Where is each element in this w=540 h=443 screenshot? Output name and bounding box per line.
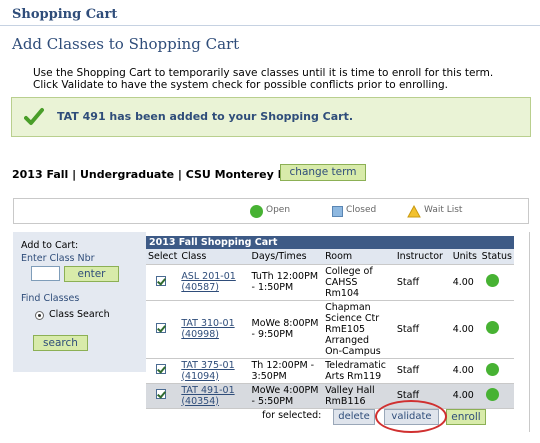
col-instructor: Instructor — [394, 249, 451, 265]
enter-button[interactable]: enter — [64, 266, 119, 282]
room: Chapman Science Ctr RmE105 Arranged On-Campu… — [323, 300, 395, 359]
units: 4.00 — [450, 264, 480, 301]
content-border — [529, 232, 530, 432]
cart-table-header: 2013 Fall Shopping Cart — [146, 236, 514, 249]
units: 4.00 — [450, 300, 480, 359]
open-status-icon — [485, 274, 499, 287]
enter-class-nbr-label: Enter Class Nbr — [21, 253, 95, 264]
checkmark-icon — [24, 108, 44, 125]
closed-status-icon — [332, 206, 343, 217]
validate-highlight-annotation — [375, 400, 447, 433]
class-search-radio[interactable] — [35, 311, 44, 320]
page-title: Add Classes to Shopping Cart — [12, 35, 240, 53]
enroll-button[interactable]: enroll — [446, 409, 486, 425]
term-label: 2013 Fall | Undergraduate | CSU Monterey… — [12, 168, 301, 181]
units: 4.00 — [450, 383, 480, 409]
table-row: TAT 310-01 (40998) MoWe 8:00PM - 9:50PM Ch… — [146, 300, 514, 359]
header-bar: Shopping Cart — [0, 0, 540, 26]
status-legend: Open Closed Wait List — [13, 198, 529, 224]
change-term-button[interactable]: change term — [280, 164, 366, 181]
legend-wait-list-label: Wait List — [424, 205, 463, 215]
success-message-text: TAT 491 has been added to your Shopping … — [57, 110, 354, 123]
select-checkbox[interactable] — [156, 389, 166, 399]
table-row: TAT 491-01 (40354) MoWe 4:00PM - 5:50PM Va… — [146, 383, 514, 409]
wait-list-icon — [407, 205, 421, 218]
success-message: TAT 491 has been added to your Shopping … — [11, 97, 531, 137]
table-row: ASL 201-01 (40587) TuTh 12:00PM - 1:50PM C… — [146, 264, 514, 301]
header-title: Shopping Cart — [12, 7, 118, 22]
instructor: Staff — [394, 358, 451, 384]
col-days-times: Days/Times — [249, 249, 324, 265]
room: Teledramatic Arts Rm119 — [323, 358, 395, 384]
col-class: Class — [179, 249, 250, 265]
add-to-cart-title: Add to Cart: — [21, 240, 79, 251]
find-classes-label: Find Classes — [21, 293, 80, 304]
open-status-icon — [250, 205, 263, 218]
select-checkbox[interactable] — [156, 275, 166, 286]
legend-closed-label: Closed — [346, 205, 377, 215]
col-units: Units — [450, 249, 480, 265]
select-checkbox[interactable] — [156, 322, 166, 333]
class-link[interactable]: TAT 310-01 (40998) — [181, 318, 234, 340]
units: 4.00 — [450, 358, 480, 384]
table-row: TAT 375-01 (41094) Th 12:00PM -3:50PM Tel… — [146, 358, 514, 384]
select-checkbox[interactable] — [156, 364, 166, 374]
class-search-label: Class Search — [49, 309, 110, 320]
class-link[interactable]: TAT 375-01 (41094) — [181, 360, 234, 382]
days-times: Th 12:00PM -3:50PM — [249, 358, 324, 384]
days-times: MoWe 4:00PM - 5:50PM — [249, 383, 324, 409]
class-nbr-input[interactable] — [31, 266, 60, 281]
legend-open-label: Open — [266, 205, 291, 215]
instructor: Staff — [394, 264, 451, 301]
days-times: TuTh 12:00PM - 1:50PM — [249, 264, 324, 301]
class-link[interactable]: ASL 201-01 (40587) — [181, 271, 236, 293]
delete-button[interactable]: delete — [333, 409, 375, 425]
col-select: Select — [146, 249, 180, 265]
instructions: Use the Shopping Cart to temporarily sav… — [33, 67, 533, 91]
open-status-icon — [485, 321, 499, 334]
open-status-icon — [485, 362, 499, 376]
days-times: MoWe 8:00PM - 9:50PM — [249, 300, 324, 359]
col-status: Status — [479, 249, 514, 265]
for-selected-label: for selected: — [262, 410, 322, 421]
add-to-cart-panel: Add to Cart: Enter Class Nbr enter Find … — [13, 232, 146, 372]
instructions-line-1: Use the Shopping Cart to temporarily sav… — [33, 67, 494, 79]
search-button[interactable]: search — [33, 335, 88, 351]
room: College of CAHSS Rm104 — [323, 264, 395, 301]
instructor: Staff — [394, 300, 451, 359]
col-room: Room — [323, 249, 395, 265]
open-status-icon — [485, 387, 499, 401]
class-link[interactable]: TAT 491-01 (40354) — [181, 385, 234, 407]
instructions-line-2: Click Validate to have the system check … — [33, 79, 449, 91]
